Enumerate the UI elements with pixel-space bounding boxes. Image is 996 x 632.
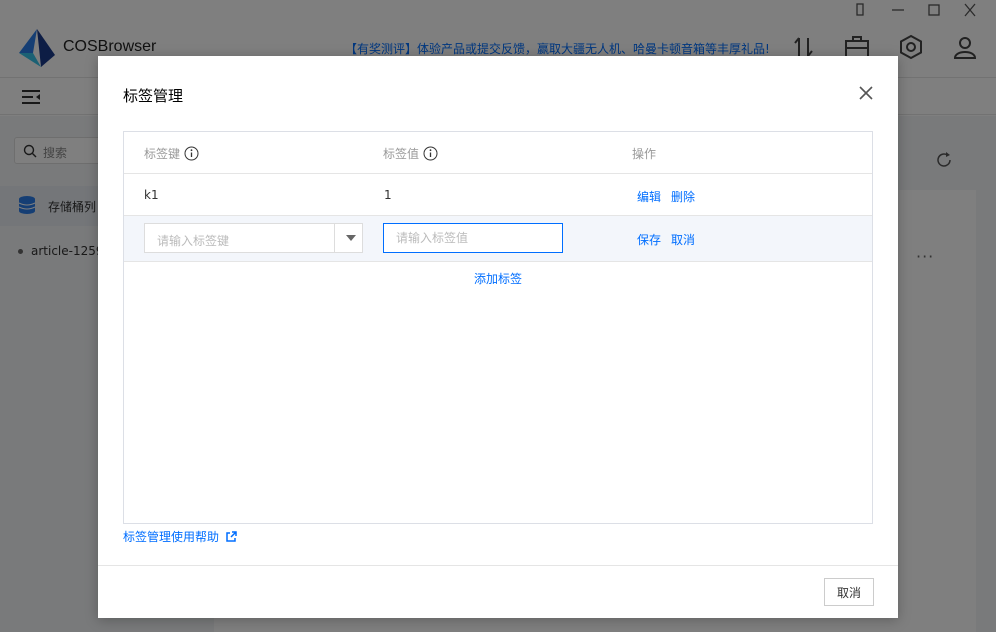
table-header: 标签键 标签值 操作 — [124, 132, 872, 174]
help-link-label[interactable]: 标签管理使用帮助 — [123, 528, 219, 545]
tag-key: k1 — [144, 188, 159, 202]
external-link-icon[interactable] — [225, 530, 237, 543]
tag-table: 标签键 标签值 操作 k1 1 编辑 删除 请输入标签键 请输入标签值 保存 取… — [123, 131, 873, 524]
cancel-button[interactable]: 取消 — [824, 578, 874, 606]
tag-value: 1 — [384, 188, 392, 202]
chevron-down-icon[interactable] — [346, 235, 356, 241]
add-tag-link[interactable]: 添加标签 — [474, 272, 522, 286]
info-icon[interactable] — [184, 146, 199, 161]
delete-link[interactable]: 删除 — [671, 188, 695, 205]
tag-key-select[interactable]: 请输入标签键 — [144, 223, 363, 253]
info-icon[interactable] — [423, 146, 438, 161]
column-header-value: 标签值 — [383, 145, 438, 162]
edit-link[interactable]: 编辑 — [637, 188, 661, 205]
help-link[interactable]: 标签管理使用帮助 — [123, 528, 237, 545]
table-row: k1 1 编辑 删除 — [124, 174, 872, 216]
column-key-label: 标签键 — [144, 147, 181, 161]
save-link[interactable]: 保存 — [637, 231, 661, 248]
cancel-edit-link[interactable]: 取消 — [671, 231, 695, 248]
add-tag-row: 添加标签 — [124, 270, 872, 287]
table-row-editing: 请输入标签键 保存 取消 — [124, 216, 872, 262]
column-value-label: 标签值 — [383, 147, 420, 161]
tag-management-dialog: 标签管理 标签键 标签值 操作 k1 1 编辑 删除 请输入标签键 请输入标签值… — [98, 56, 898, 618]
tag-key-placeholder: 请输入标签键 — [157, 234, 230, 248]
dialog-title: 标签管理 — [123, 87, 184, 105]
column-header-key: 标签键 — [144, 145, 199, 162]
close-icon[interactable] — [858, 85, 874, 101]
select-divider — [334, 224, 335, 252]
column-header-actions: 操作 — [632, 147, 657, 161]
dialog-footer: 取消 — [98, 565, 898, 618]
tag-value-input[interactable] — [383, 223, 563, 253]
